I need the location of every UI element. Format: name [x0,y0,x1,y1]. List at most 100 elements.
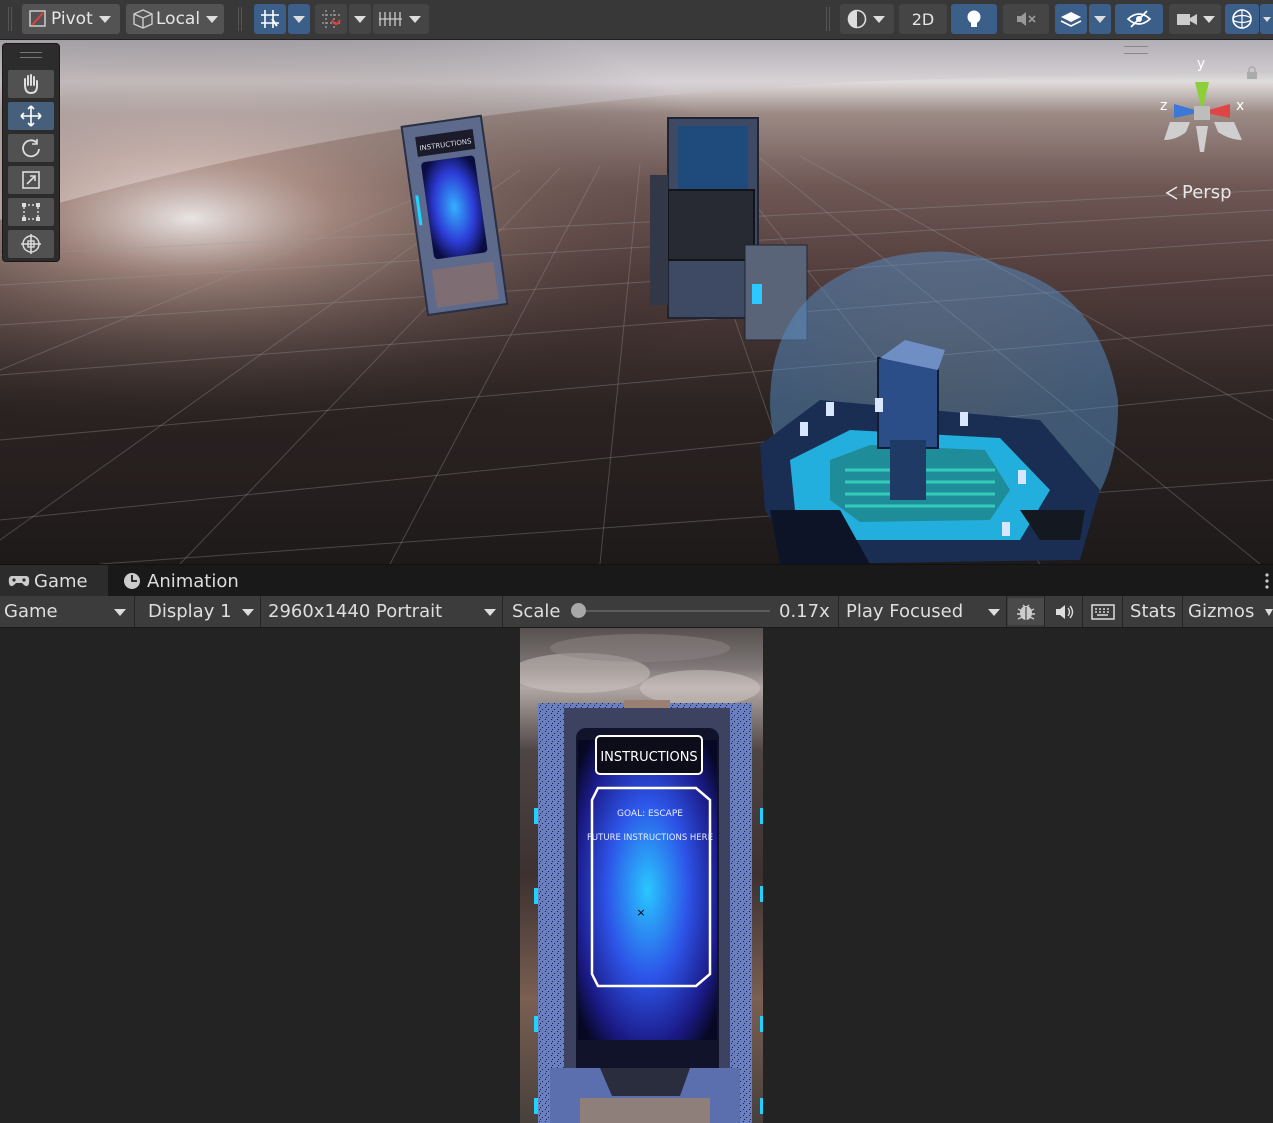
chevron-down-icon [242,609,254,616]
effects-menu[interactable] [1089,4,1111,34]
chevron-down-icon [1094,15,1106,23]
stats-label: Stats [1130,601,1176,622]
gizmo-x-label: x [1236,98,1244,114]
stats-button[interactable]: Stats [1124,598,1182,625]
play-mode-label: Play Focused [846,601,964,622]
pivot-label: Pivot [51,9,93,29]
resolution-dropdown[interactable]: 2960x1440 Portrait [262,598,502,625]
scene-visibility-toggle[interactable] [1115,4,1163,34]
local-label: Local [156,9,201,29]
2d-mode-toggle[interactable]: 2D [899,4,947,34]
instructions-title: INSTRUCTIONS [600,750,697,765]
tools-overlay [2,43,60,262]
hand-icon [24,74,38,95]
play-mode-dropdown[interactable]: Play Focused [840,598,1006,625]
pivot-icon [29,10,46,27]
sphere-shading-icon [847,9,867,29]
audio-toggle[interactable] [1003,4,1049,34]
view-type-dropdown[interactable]: Game [0,598,134,625]
grid-snap-menu[interactable] [288,4,310,34]
audio-muted-icon [1017,12,1036,26]
toolbar-grip[interactable] [238,7,242,31]
local-dropdown[interactable]: Local [126,4,224,34]
speaker-icon [1056,604,1074,619]
lighting-toggle[interactable] [951,4,997,34]
chevron-down-icon [484,609,496,616]
transform-icon [21,234,41,254]
chevron-down-icon [293,15,305,23]
gizmos-dropdown[interactable]: Gizmos [1184,598,1273,625]
future-instructions-text: FUTURE INSTRUCTIONS HERE [587,833,713,843]
eye-slash-icon [1126,10,1152,28]
gizmo-grip[interactable] [1124,46,1148,54]
grid-snap-toggle[interactable] [254,4,286,34]
cube-icon [133,9,153,29]
chevron-left-icon [1165,185,1178,200]
chevron-down-icon [1203,15,1215,23]
chevron-down-icon [206,15,219,23]
grid-snap-icon [261,10,279,28]
display-dropdown[interactable]: Display 1 [142,598,260,625]
game-render-scene: INSTRUCTIONS GOAL: ESCAPE FUTURE INSTRUC… [520,634,763,1123]
view-type-label: Game [4,601,58,622]
resolution-label: 2960x1440 Portrait [268,601,443,622]
chevron-down-icon [988,609,1000,616]
shading-mode-dropdown[interactable] [840,4,894,34]
pivot-dropdown[interactable]: Pivot [22,4,120,34]
camera-projection-toggle[interactable]: Persp [1164,182,1232,203]
effects-layers-icon [1060,12,1082,27]
chevron-down-icon [1262,16,1271,22]
move-tool-button[interactable] [8,102,54,130]
move-arrows-icon [20,105,42,127]
chevron-down-icon [873,15,885,23]
crosshair-icon: × [636,906,645,919]
transform-tool-button[interactable] [8,230,54,258]
camera-icon [1177,14,1197,25]
ruler-icon [379,12,402,26]
overlay-grip[interactable] [20,52,42,58]
gizmos-menu[interactable] [1260,4,1273,34]
tab-game[interactable]: Game [0,565,108,597]
scale-slider-thumb[interactable] [571,603,586,618]
mute-audio-toggle[interactable] [1046,598,1082,625]
camera-projection-label: Persp [1182,182,1232,203]
2d-mode-label: 2D [911,9,935,29]
keyboard-icon [1091,603,1115,620]
scale-slider-track[interactable] [578,610,770,612]
scale-icon [22,171,40,189]
snap-settings-dropdown[interactable] [373,4,429,34]
gizmos-toggle[interactable] [1225,4,1259,34]
gizmos-label: Gizmos [1188,601,1255,622]
tab-animation-label: Animation [147,570,239,592]
rotate-tool-button[interactable] [8,134,54,162]
frame-debugger-toggle[interactable] [1008,598,1044,625]
bug-icon [1017,603,1035,620]
orientation-gizmo[interactable]: y x z [1150,52,1260,162]
gamepad-icon [8,576,30,587]
toolbar-grip[interactable] [826,7,830,31]
scale-tool-button[interactable] [8,166,54,194]
lock-icon[interactable] [1245,66,1259,80]
rect-transform-icon [22,203,40,221]
increment-snap-icon [322,10,341,28]
gizmo-y-label: y [1197,56,1205,72]
chevron-down-icon [114,609,126,616]
clock-icon [124,573,140,589]
scene-view[interactable]: INSTRUCTIONS y x z Persp [0,40,1273,564]
scene-toolbar: Pivot Local 2D [0,0,1273,40]
gizmo-sphere-icon [1232,9,1252,29]
tab-animation[interactable]: Animation [122,565,239,597]
scene-viewport-render: INSTRUCTIONS [0,40,1273,564]
increment-snap-toggle[interactable] [315,4,347,34]
tab-options-menu[interactable] [1262,565,1272,597]
chevron-down-icon [98,15,111,23]
game-render: INSTRUCTIONS GOAL: ESCAPE FUTURE INSTRUC… [520,628,763,1123]
toolbar-grip[interactable] [8,7,12,31]
shortcuts-toggle[interactable] [1084,598,1122,625]
hand-tool-button[interactable] [8,70,54,98]
rect-tool-button[interactable] [8,198,54,226]
effects-toggle[interactable] [1055,4,1087,34]
increment-snap-menu[interactable] [349,4,371,34]
chevron-down-icon [354,15,366,23]
camera-settings-dropdown[interactable] [1169,4,1221,34]
